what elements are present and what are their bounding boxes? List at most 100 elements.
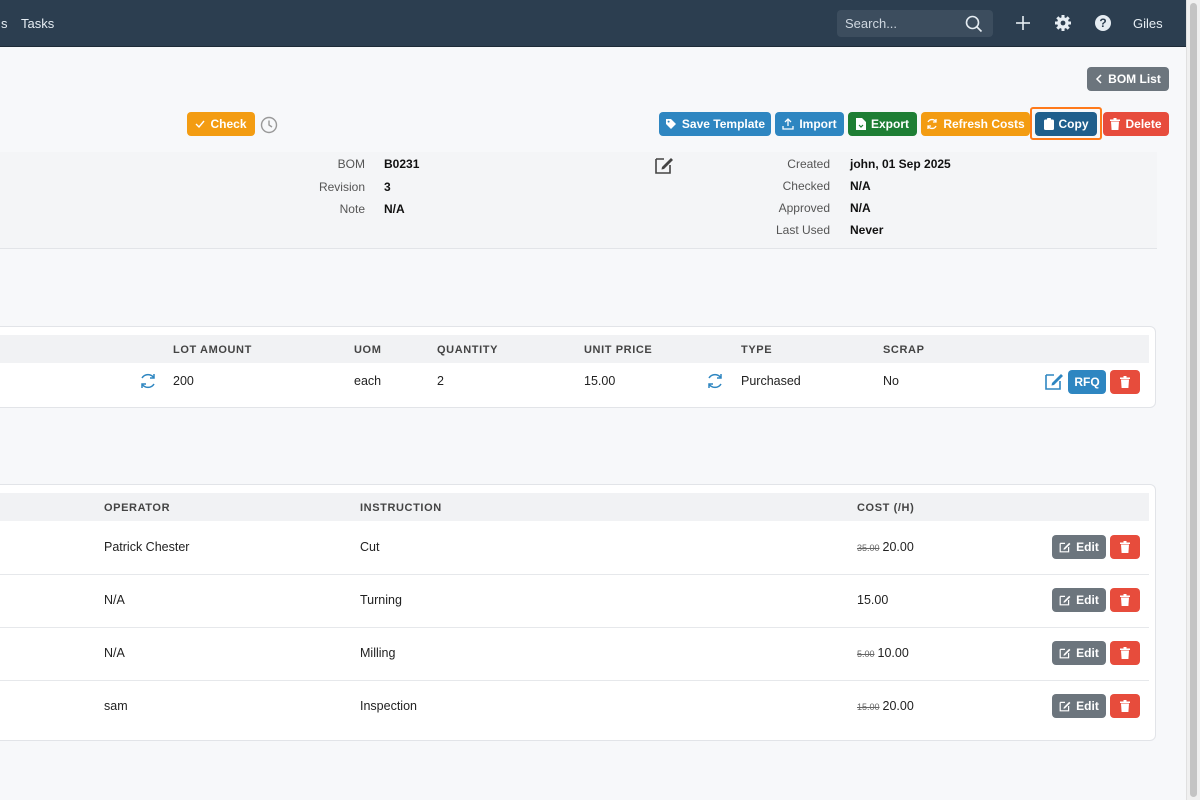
trash-icon [1120, 647, 1130, 659]
trash-icon [1120, 594, 1130, 606]
history-icon[interactable] [260, 116, 278, 137]
import-label: Import [799, 117, 837, 131]
copy-label: Copy [1058, 117, 1089, 131]
trash-icon [1110, 118, 1121, 130]
delete-row-button[interactable] [1110, 535, 1140, 559]
refresh-costs-label: Refresh Costs [943, 117, 1025, 131]
refresh-icon [927, 118, 937, 130]
operator-cell: sam [104, 699, 128, 713]
nav-item-tasks[interactable]: Tasks [21, 16, 54, 31]
instruction-cell: Turning [360, 593, 402, 607]
help-icon[interactable]: ? [1094, 13, 1112, 36]
bom-label: BOM [337, 157, 365, 171]
rfq-label: RFQ [1074, 375, 1100, 389]
user-menu[interactable]: Giles [1133, 16, 1163, 31]
checked-value: N/A [850, 179, 871, 193]
scrollbar-thumb[interactable] [1190, 3, 1197, 797]
search-input[interactable] [845, 16, 960, 31]
old-cost: 15.00 [857, 702, 880, 712]
edit-button[interactable]: Edit [1052, 588, 1106, 612]
clipboard-icon [1043, 118, 1054, 130]
col-type: TYPE [741, 344, 773, 356]
edit-icon [1059, 542, 1071, 553]
save-template-button[interactable]: Save Template [659, 112, 771, 136]
revision-value: 3 [384, 180, 391, 194]
note-value: N/A [384, 202, 405, 216]
bom-value: B0231 [384, 157, 420, 171]
current-cost: 15.00 [857, 593, 889, 607]
edit-button[interactable]: Edit [1052, 694, 1106, 718]
nav-item-partial[interactable]: s [1, 16, 8, 31]
edit-label: Edit [1076, 646, 1099, 660]
bom-list-button[interactable]: BOM List [1087, 67, 1169, 91]
created-label: Created [787, 157, 830, 171]
edit-icon [1059, 648, 1071, 659]
cost-cell: 15.00 [857, 593, 888, 607]
operator-cell: N/A [104, 593, 125, 607]
current-cost: 20.00 [882, 540, 914, 554]
cost-cell: 15.00 20.00 [857, 699, 914, 713]
uom-value: each [354, 374, 382, 388]
sync-price-icon[interactable] [706, 372, 724, 393]
edit-button[interactable]: Edit [1052, 535, 1106, 559]
refresh-costs-button[interactable]: Refresh Costs [921, 112, 1030, 136]
unit-price-value: 15.00 [584, 374, 616, 388]
approved-value: N/A [850, 201, 871, 215]
sync-lot-icon[interactable] [139, 372, 157, 393]
search-icon[interactable] [965, 15, 983, 36]
edit-icon [1059, 595, 1071, 606]
lot-amount-value: 200 [173, 374, 194, 388]
import-button[interactable]: Import [775, 112, 844, 136]
type-value: Purchased [741, 374, 801, 388]
check-label: Check [210, 117, 247, 131]
edit-material-icon[interactable] [1044, 371, 1064, 394]
plus-icon[interactable] [1014, 13, 1032, 36]
search-box[interactable] [837, 10, 993, 37]
gear-icon[interactable] [1054, 13, 1072, 36]
scrap-value: No [883, 374, 899, 388]
last-used-label: Last Used [775, 223, 830, 237]
delete-material-button[interactable] [1110, 370, 1140, 394]
materials-table-header: LOT AMOUNT UOM QUANTITY UNIT PRICE TYPE … [0, 335, 1149, 363]
col-operator: OPERATOR [104, 502, 171, 514]
quantity-value: 2 [437, 374, 444, 388]
instruction-cell: Inspection [360, 699, 417, 713]
col-quantity: QUANTITY [437, 344, 499, 356]
trash-icon [1120, 700, 1130, 712]
scrollbar[interactable] [1186, 0, 1200, 800]
instruction-cell: Milling [360, 646, 396, 660]
delete-button[interactable]: Delete [1103, 112, 1169, 136]
current-cost: 20.00 [882, 699, 914, 713]
last-used-value: Never [850, 223, 884, 237]
delete-row-button[interactable] [1110, 588, 1140, 612]
delete-row-button[interactable] [1110, 694, 1140, 718]
delete-row-button[interactable] [1110, 641, 1140, 665]
cost-cell: 5.00 10.00 [857, 646, 909, 660]
operations-table-header: OPERATOR INSTRUCTION COST (/H) [0, 493, 1149, 521]
cost-cell: 35.00 20.00 [857, 540, 914, 554]
col-instruction: INSTRUCTION [360, 502, 442, 514]
edit-icon [1059, 701, 1071, 712]
col-lot-amount: LOT AMOUNT [173, 344, 252, 356]
save-template-label: Save Template [681, 117, 766, 131]
chevron-left-icon [1096, 74, 1102, 84]
edit-button[interactable]: Edit [1052, 641, 1106, 665]
upload-icon [782, 118, 794, 130]
col-unit-price: UNIT PRICE [584, 344, 653, 356]
copy-button[interactable]: Copy [1035, 112, 1097, 136]
col-scrap: SCRAP [883, 344, 925, 356]
edit-label: Edit [1076, 593, 1099, 607]
operator-cell: N/A [104, 646, 125, 660]
svg-text:?: ? [1099, 16, 1106, 30]
created-value: john, 01 Sep 2025 [850, 157, 951, 171]
bom-list-label: BOM List [1108, 72, 1161, 86]
export-button[interactable]: Export [848, 112, 917, 136]
edit-icon[interactable] [654, 155, 674, 178]
trash-icon [1120, 541, 1130, 553]
col-uom: UOM [354, 344, 382, 356]
top-navbar: s Tasks ? Giles [0, 0, 1186, 47]
check-button[interactable]: Check [187, 112, 255, 136]
rfq-button[interactable]: RFQ [1068, 370, 1106, 394]
file-export-icon [855, 118, 866, 130]
bom-info-panel: BOM B0231 Revision 3 Note N/A Created jo… [0, 152, 1157, 249]
